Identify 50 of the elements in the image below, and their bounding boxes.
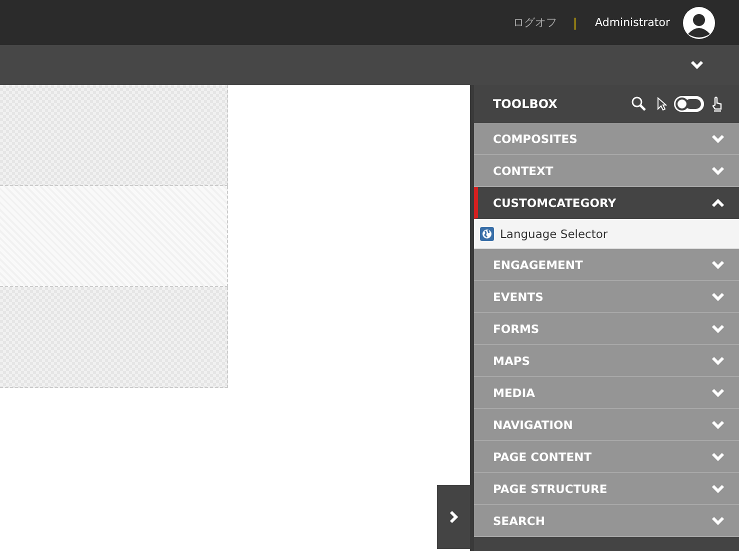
chevron-down-icon	[711, 388, 725, 398]
pointer-icon[interactable]	[657, 97, 667, 111]
chevron-down-icon	[711, 452, 725, 462]
chevron-down-icon	[711, 356, 725, 366]
globe-icon	[480, 226, 494, 240]
chevron-down-icon[interactable]	[690, 60, 704, 70]
toggle-switch[interactable]	[673, 95, 705, 113]
chevron-down-icon	[711, 484, 725, 494]
category-header[interactable]: EVENTS	[474, 281, 739, 313]
chevron-down-icon	[711, 166, 725, 176]
logoff-link[interactable]: ログオフ	[512, 15, 557, 30]
chevron-up-icon	[711, 198, 725, 208]
category-header[interactable]: CONTEXT	[474, 155, 739, 187]
separator: |	[572, 16, 577, 30]
category-header[interactable]: SEARCH	[474, 505, 739, 537]
category-label: NAVIGATION	[493, 418, 573, 432]
chevron-down-icon	[711, 134, 725, 144]
category-label: SEARCH	[493, 514, 545, 528]
category-label: PAGE CONTENT	[493, 450, 592, 464]
category-label: CONTEXT	[493, 164, 554, 178]
chevron-down-icon	[711, 420, 725, 430]
chevron-right-icon	[448, 510, 458, 524]
avatar-icon[interactable]	[683, 6, 715, 38]
category-header[interactable]: MEDIA	[474, 377, 739, 409]
chevron-down-icon	[711, 324, 725, 334]
search-icon[interactable]	[631, 96, 647, 112]
category-header[interactable]: ENGAGEMENT	[474, 249, 739, 281]
category-header[interactable]: MAPS	[474, 345, 739, 377]
chevron-down-icon	[711, 260, 725, 270]
category-label: MEDIA	[493, 386, 536, 400]
toolbox-item[interactable]: Language Selector	[474, 219, 739, 249]
category-header[interactable]: NAVIGATION	[474, 409, 739, 441]
category-label: COMPOSITES	[493, 132, 578, 146]
toolbox-title: TOOLBOX	[493, 97, 558, 111]
category-label: FORMS	[493, 322, 540, 336]
category-label: MAPS	[493, 354, 530, 368]
item-label: Language Selector	[500, 226, 608, 240]
category-header[interactable]: COMPOSITES	[474, 123, 739, 155]
category-header[interactable]: FORMS	[474, 313, 739, 345]
category-label: CUSTOMCATEGORY	[493, 196, 616, 210]
chevron-down-icon	[711, 516, 725, 526]
category-label: ENGAGEMENT	[493, 258, 583, 272]
chevron-down-icon	[711, 292, 725, 302]
category-label: PAGE STRUCTURE	[493, 482, 608, 496]
category-label: EVENTS	[493, 290, 544, 304]
hand-icon[interactable]	[711, 96, 723, 112]
panel-expand-button[interactable]	[437, 485, 470, 549]
category-header[interactable]: PAGE STRUCTURE	[474, 473, 739, 505]
category-header[interactable]: PAGE CONTENT	[474, 441, 739, 473]
user-name: Administrator	[595, 16, 670, 29]
